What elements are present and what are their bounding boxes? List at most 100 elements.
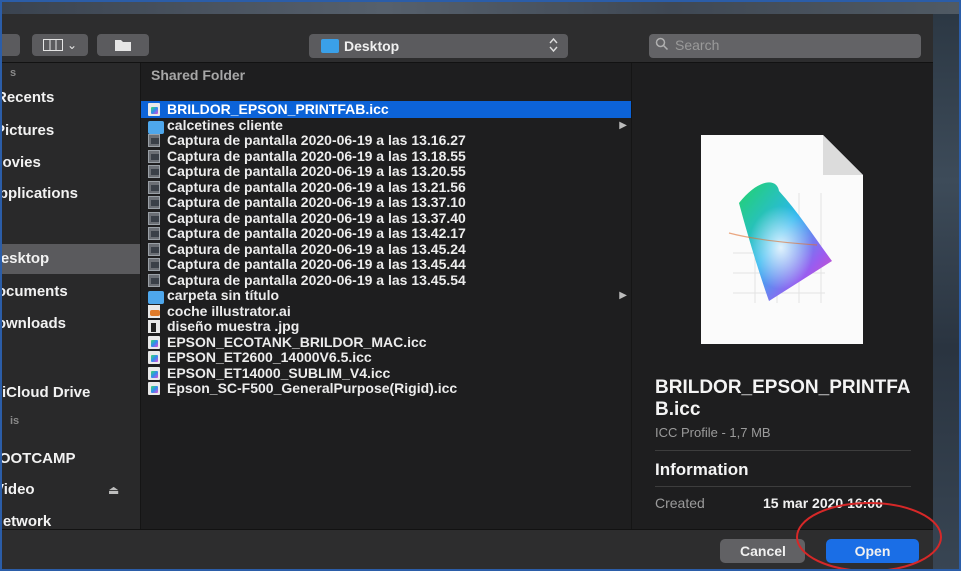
icc-document-icon: [701, 135, 863, 344]
view-options-button[interactable]: ⌄: [32, 34, 88, 56]
created-value: 15 mar 2020 16:00: [763, 495, 883, 511]
file-row[interactable]: EPSON_ET2600_14000V6.5.icc: [141, 349, 631, 366]
location-popup[interactable]: Desktop: [309, 34, 568, 58]
file-list-column: Shared Folder BRILDOR_EPSON_PRINTFAB.icc…: [141, 63, 632, 529]
desktop-wallpaper-strip: [2, 2, 959, 14]
nav-back-button[interactable]: [2, 34, 20, 56]
file-row[interactable]: diseño muestra .jpg: [141, 318, 631, 335]
file-name: Captura de pantalla 2020-06-19 a las 13.…: [167, 271, 466, 288]
sidebar-item-desktop[interactable]: Desktop: [2, 244, 140, 274]
search-input[interactable]: [675, 37, 905, 53]
new-folder-button[interactable]: [97, 34, 149, 56]
file-name: Captura de pantalla 2020-06-19 a las 13.…: [167, 225, 466, 241]
created-label: Created: [655, 495, 705, 511]
file-row[interactable]: Captura de pantalla 2020-06-19 a las 13.…: [141, 210, 631, 227]
disclosure-arrow-icon: ▶: [619, 290, 627, 301]
file-row[interactable]: Epson_SC-F500_GeneralPurpose(Rigid).icc: [141, 380, 631, 397]
location-label: Desktop: [344, 38, 400, 54]
icc-file-icon: [148, 366, 160, 380]
divider: [655, 486, 911, 487]
column-header: Shared Folder: [151, 67, 246, 83]
screenshot-file-icon: [148, 211, 160, 225]
sidebar-item-recents[interactable]: Recents: [2, 83, 140, 113]
desktop-wallpaper-edge: [933, 14, 959, 569]
screenshot-file-icon: [148, 273, 160, 287]
sidebar-item-bootcamp[interactable]: BOOTCAMP: [2, 444, 140, 474]
file-name: diseño muestra .jpg: [167, 318, 300, 334]
screenshot-file-icon: [148, 180, 160, 194]
file-row[interactable]: Captura de pantalla 2020-06-19 a las 13.…: [141, 272, 631, 289]
file-row[interactable]: Captura de pantalla 2020-06-19 a las 13.…: [141, 132, 631, 149]
file-name: Captura de pantalla 2020-06-19 a las 13.…: [167, 178, 466, 195]
divider: [655, 450, 911, 451]
file-row[interactable]: Captura de pantalla 2020-06-19 a las 13.…: [141, 148, 631, 165]
sidebar-item-video[interactable]: Video⏏: [2, 475, 140, 505]
sidebar-item-label: Video: [2, 481, 35, 498]
screenshot-file-icon: [148, 134, 160, 147]
sidebar-item-documents[interactable]: Documents: [2, 277, 140, 307]
sidebar-item-network[interactable]: Network: [2, 507, 140, 529]
screenshot-file-icon: [148, 258, 160, 271]
file-name: carpeta sin título: [167, 287, 280, 303]
screenshot-file-icon: [148, 242, 160, 256]
sidebar-item-applications[interactable]: Applications: [2, 179, 140, 209]
file-row[interactable]: Captura de pantalla 2020-06-19 a las 13.…: [141, 194, 631, 211]
file-name: Captura de pantalla 2020-06-19 a las 13.…: [167, 132, 466, 148]
file-row[interactable]: Captura de pantalla 2020-06-19 a las 13.…: [141, 179, 631, 196]
file-name: EPSON_ET2600_14000V6.5.icc: [167, 349, 372, 365]
file-name: Captura de pantalla 2020-06-19 a las 13.…: [167, 240, 466, 257]
screenshot-file-icon: [148, 196, 160, 209]
preview-pane: BRILDOR_EPSON_PRINTFAB.icc ICC Profile -…: [632, 63, 933, 529]
sidebar-section-locations-header: is: [10, 415, 20, 427]
icc-file-icon: [148, 335, 160, 349]
sidebar-item-label: Downloads: [2, 315, 67, 332]
search-field[interactable]: [649, 34, 921, 58]
sidebar-item-label: Network: [2, 513, 52, 529]
sidebar-item-movies[interactable]: Movies: [2, 148, 140, 178]
file-row[interactable]: EPSON_ET14000_SUBLIM_V4.icc: [141, 365, 631, 382]
file-row[interactable]: Captura de pantalla 2020-06-19 a las 13.…: [141, 241, 631, 258]
file-row[interactable]: Captura de pantalla 2020-06-19 a las 13.…: [141, 225, 631, 242]
sidebar-item-label: BOOTCAMP: [2, 450, 76, 467]
sidebar-item-pictures[interactable]: Pictures: [2, 116, 140, 146]
file-name: BRILDOR_EPSON_PRINTFAB.icc: [167, 101, 389, 117]
cancel-button[interactable]: Cancel: [720, 539, 805, 563]
file-name: Captura de pantalla 2020-06-19 a las 13.…: [167, 147, 466, 164]
file-row[interactable]: BRILDOR_EPSON_PRINTFAB.icc: [141, 101, 631, 118]
file-name: EPSON_ECOTANK_BRILDOR_MAC.icc: [167, 333, 427, 350]
open-button[interactable]: Open: [826, 539, 919, 563]
file-name: coche illustrator.ai: [167, 302, 291, 319]
sidebar-item-label: Documents: [2, 283, 68, 300]
dialog-toolbar: ⌄ Desktop: [2, 14, 933, 63]
screenshot-file-icon: [148, 227, 160, 240]
illustrator-file-icon: [148, 304, 160, 318]
desktop-folder-icon: [321, 39, 339, 53]
sidebar-item-icloud-drive[interactable]: iCloud Drive: [2, 378, 140, 408]
icc-file-icon: [148, 103, 160, 116]
file-row[interactable]: Captura de pantalla 2020-06-19 a las 13.…: [141, 163, 631, 180]
sidebar-item-downloads[interactable]: Downloads: [2, 309, 140, 339]
folder-icon: [115, 40, 131, 51]
preview-file-kind: ICC Profile - 1,7 MB: [655, 425, 771, 440]
file-row[interactable]: calcetines cliente ▶: [141, 117, 631, 134]
sidebar-item-label: iCloud Drive: [2, 384, 91, 401]
file-row[interactable]: EPSON_ECOTANK_BRILDOR_MAC.icc: [141, 334, 631, 351]
sidebar-item-label: Desktop: [2, 250, 50, 267]
search-icon: [655, 37, 669, 54]
file-name: Captura de pantalla 2020-06-19 a las 13.…: [167, 209, 466, 226]
file-name: EPSON_ET14000_SUBLIM_V4.icc: [167, 364, 391, 381]
updown-chevron-icon: [549, 36, 558, 57]
file-name: Captura de pantalla 2020-06-19 a las 13.…: [167, 163, 466, 179]
sidebar: s Recents Pictures Movies Applications D…: [2, 63, 141, 529]
disclosure-arrow-icon: ▶: [619, 119, 627, 131]
file-row[interactable]: carpeta sin título ▶: [141, 287, 631, 304]
screenshot-file-icon: [148, 149, 160, 163]
image-file-icon: [148, 320, 160, 333]
file-name: calcetines cliente: [167, 116, 283, 133]
file-row[interactable]: coche illustrator.ai: [141, 303, 631, 320]
icc-file-icon: [148, 382, 160, 395]
file-name: Captura de pantalla 2020-06-19 a las 13.…: [167, 256, 466, 272]
sidebar-item-label: Pictures: [2, 122, 55, 139]
sidebar-item-label: Recents: [2, 89, 55, 106]
file-row[interactable]: Captura de pantalla 2020-06-19 a las 13.…: [141, 256, 631, 273]
